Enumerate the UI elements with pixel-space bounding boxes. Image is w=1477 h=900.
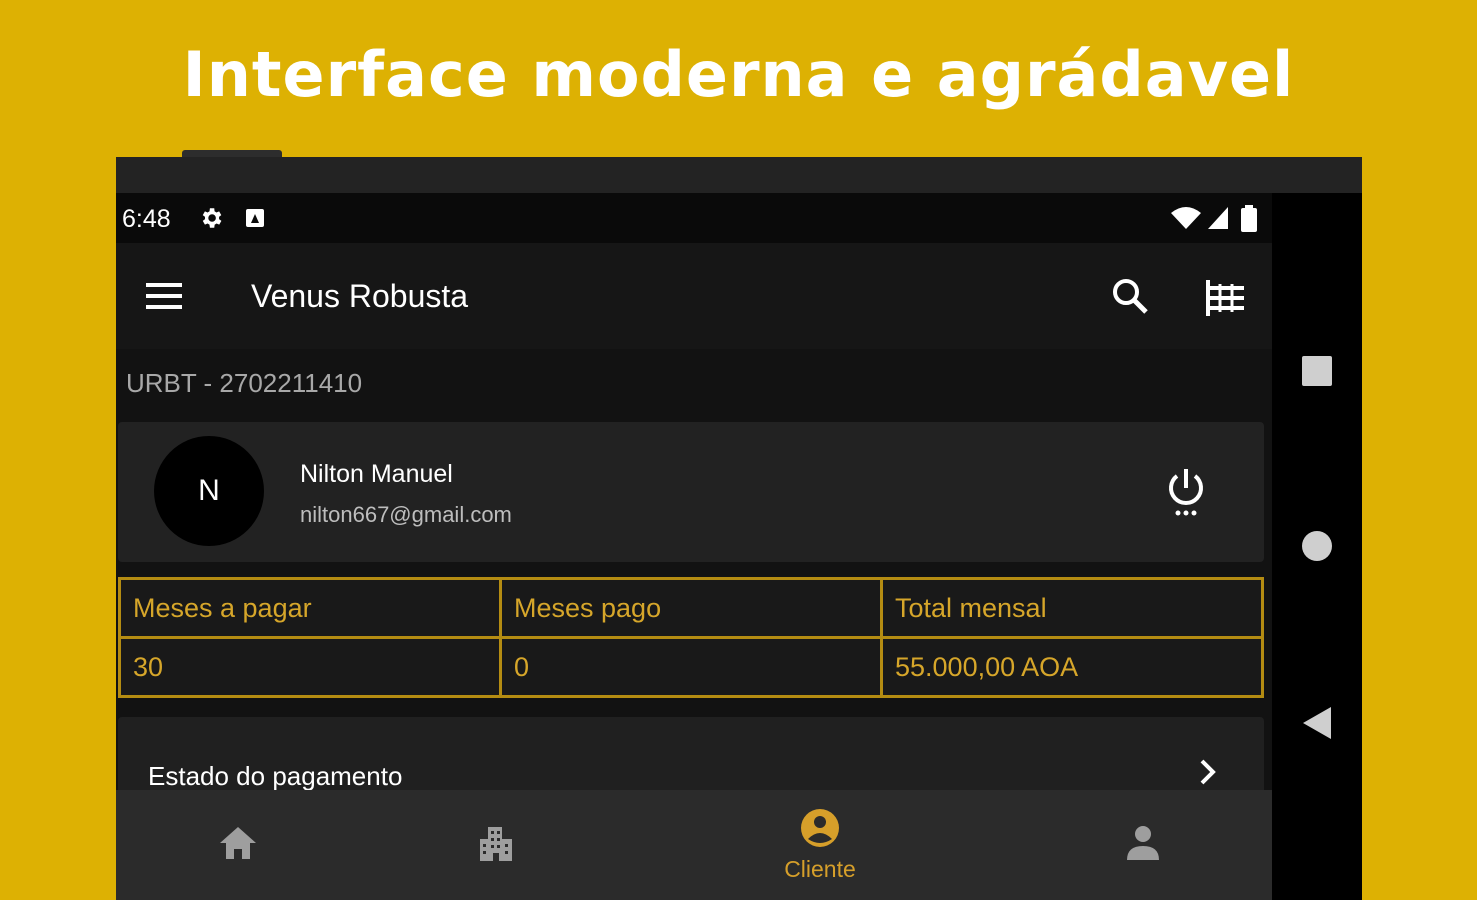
bottom-navigation: Cliente	[116, 790, 1272, 900]
stats-header-cell: Total mensal	[880, 577, 1264, 639]
client-icon	[799, 807, 841, 854]
gear-icon	[198, 205, 224, 236]
search-icon[interactable]	[1110, 276, 1150, 321]
user-name: Nilton Manuel	[300, 460, 453, 488]
signal-icon	[1206, 205, 1230, 236]
nav-cliente-label: Cliente	[784, 856, 856, 882]
user-card[interactable]: N Nilton Manuel nilton667@gmail.com	[118, 422, 1264, 562]
stats-value-cell: 30	[118, 636, 502, 698]
stats-value-cell: 0	[499, 636, 883, 698]
app-title: Venus Robusta	[251, 278, 469, 314]
filter-list-icon[interactable]	[1204, 278, 1246, 323]
user-email: nilton667@gmail.com	[300, 502, 512, 527]
app-bar: Venus Robusta	[116, 243, 1272, 349]
device-frame: 6:48 Venus Robusta URBT - 2702211410 N N…	[116, 157, 1362, 900]
nav-profile[interactable]	[1113, 790, 1173, 900]
battery-icon	[1240, 205, 1258, 238]
nav-buildings[interactable]	[466, 790, 526, 900]
notification-icon	[243, 205, 267, 236]
person-icon	[1124, 824, 1162, 867]
status-bar: 6:48	[116, 193, 1272, 243]
stats-header-row: Meses a pagar Meses pago Total mensal	[118, 577, 1264, 639]
recents-square-icon[interactable]	[1272, 346, 1362, 396]
nav-cliente[interactable]: Cliente	[770, 790, 870, 900]
building-icon	[476, 823, 516, 868]
stats-header-cell: Meses a pagar	[118, 577, 502, 639]
avatar: N	[154, 436, 264, 546]
home-circle-icon[interactable]	[1272, 521, 1362, 571]
stats-value-cell: 55.000,00 AOA	[880, 636, 1264, 698]
power-settings-icon[interactable]	[1164, 466, 1208, 523]
device-top-bezel	[116, 157, 1362, 193]
nav-home[interactable]	[208, 790, 268, 900]
stats-value-row: 30 0 55.000,00 AOA	[118, 636, 1264, 698]
stats-table: Meses a pagar Meses pago Total mensal 30…	[118, 577, 1264, 698]
headline: Interface moderna e agrádavel	[182, 38, 1295, 111]
system-navigation-bar	[1272, 193, 1362, 900]
chevron-right-icon	[1198, 757, 1218, 792]
stats-header-cell: Meses pago	[499, 577, 883, 639]
back-triangle-icon[interactable]	[1272, 698, 1362, 748]
status-time: 6:48	[122, 205, 171, 233]
home-icon	[218, 825, 258, 866]
account-code: URBT - 2702211410	[126, 368, 363, 398]
payment-status-label: Estado do pagamento	[148, 761, 403, 791]
avatar-initial: N	[198, 474, 220, 507]
hamburger-menu-icon[interactable]	[146, 281, 184, 316]
app-screen: 6:48 Venus Robusta URBT - 2702211410 N N…	[116, 193, 1272, 900]
wifi-icon	[1170, 205, 1202, 236]
